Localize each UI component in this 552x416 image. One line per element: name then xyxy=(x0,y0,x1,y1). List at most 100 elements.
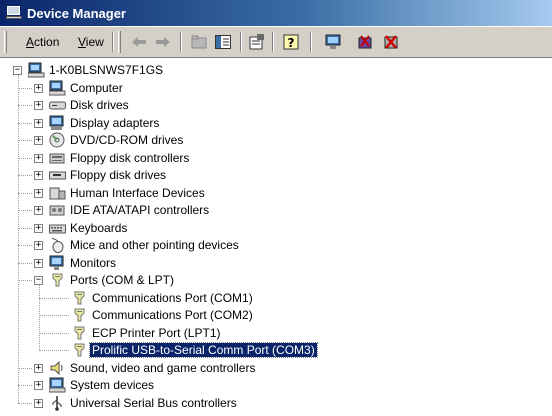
svg-text:?: ? xyxy=(288,36,295,50)
expand-icon[interactable]: + xyxy=(34,83,43,93)
tree-item-label: Human Interface Devices xyxy=(70,185,205,200)
expand-icon[interactable]: + xyxy=(34,171,43,180)
tree-item-label: Sound, video and game controllers xyxy=(70,360,256,375)
tree-category[interactable]: + Computer xyxy=(0,79,552,97)
expand-icon[interactable]: + xyxy=(34,381,43,390)
help-button[interactable]: ? xyxy=(282,33,300,51)
tree-category[interactable]: + Mice and other pointing devices xyxy=(0,236,552,254)
tree-device[interactable]: Communications Port (COM2) xyxy=(0,306,552,324)
tree-item-label: Keyboards xyxy=(70,220,128,235)
tree-category[interactable]: + Display adapters xyxy=(0,114,552,132)
port-icon xyxy=(71,307,88,323)
show-hide-tree-icon xyxy=(215,35,231,49)
port-icon xyxy=(49,272,66,288)
forward-button[interactable] xyxy=(154,33,172,51)
keyboard-icon xyxy=(49,220,66,236)
tree-category[interactable]: − Ports (COM & LPT) xyxy=(0,271,552,289)
tree-root[interactable]: − 1-K0BLSNWS7F1GS xyxy=(0,61,552,79)
tree-category[interactable]: + Human Interface Devices xyxy=(0,184,552,202)
computer-icon xyxy=(27,62,45,78)
expand-icon[interactable]: + xyxy=(34,223,43,233)
tree-item-label: Floppy disk drives xyxy=(70,168,167,182)
uninstall-button[interactable] xyxy=(382,33,400,51)
port-icon xyxy=(71,290,88,306)
back-button[interactable] xyxy=(130,33,148,51)
expand-icon[interactable]: + xyxy=(34,136,43,145)
tree-item-label: Communications Port (COM1) xyxy=(92,290,253,305)
toolbar-separator xyxy=(272,32,274,52)
tree-connector xyxy=(18,75,19,403)
toolbar-grip[interactable] xyxy=(118,31,121,53)
tree-device[interactable]: Communications Port (COM1) xyxy=(0,289,552,307)
tree-category[interactable]: + Floppy disk drives xyxy=(0,166,552,184)
toolbar-separator xyxy=(180,32,182,52)
expand-icon[interactable]: + xyxy=(34,101,43,110)
tree-connector xyxy=(39,297,69,299)
tree-item-label: Ports (COM & LPT) xyxy=(70,273,175,287)
tree-connector xyxy=(18,157,32,159)
tree-connector xyxy=(18,402,32,404)
tree-connector xyxy=(18,192,32,194)
tree-category[interactable]: + Floppy disk controllers xyxy=(0,149,552,167)
display-adapter-icon xyxy=(49,115,66,131)
disk-drive-icon xyxy=(49,97,66,113)
toolbar-separator xyxy=(310,32,312,52)
expand-icon[interactable]: + xyxy=(34,153,43,163)
tree-category[interactable]: + Disk drives xyxy=(0,96,552,114)
expand-icon[interactable]: + xyxy=(34,258,43,268)
action-menu-mnemonic: A xyxy=(26,35,35,49)
collapse-icon[interactable]: − xyxy=(13,66,22,75)
tree-connector xyxy=(39,315,69,316)
properties-icon xyxy=(249,34,264,50)
expand-icon[interactable]: + xyxy=(34,188,43,198)
collapse-icon[interactable]: − xyxy=(34,276,43,285)
expand-icon[interactable]: + xyxy=(34,206,43,215)
expand-icon[interactable]: + xyxy=(34,398,43,408)
title-bar[interactable]: Device Manager xyxy=(0,0,552,26)
tree-item-label: ECP Printer Port (LPT1) xyxy=(92,325,221,340)
tree-item-label: IDE ATA/ATAPI controllers xyxy=(70,203,210,217)
tree-category[interactable]: + Sound, video and game controllers xyxy=(0,359,552,377)
action-menu-rest: ction xyxy=(34,35,60,49)
system-devices-icon xyxy=(48,377,66,393)
update-driver-button[interactable] xyxy=(356,33,374,51)
expand-icon[interactable]: + xyxy=(34,363,43,373)
scan-hardware-icon xyxy=(325,34,341,49)
tree-item-label: Prolific USB-to-Serial Comm Port (COM3) xyxy=(89,342,318,358)
help-icon: ? xyxy=(283,34,299,50)
tree-device[interactable]: ECP Printer Port (LPT1) xyxy=(0,324,552,342)
tree-connector xyxy=(18,87,32,89)
tree-category[interactable]: + DVD/CD-ROM drives xyxy=(0,131,552,149)
device-manager-icon xyxy=(6,6,22,20)
properties-button[interactable] xyxy=(248,33,266,51)
floppy-drive-icon xyxy=(49,167,66,183)
scan-hardware-button[interactable] xyxy=(324,33,342,51)
tree-device[interactable]: Prolific USB-to-Serial Comm Port (COM3) xyxy=(0,341,552,359)
usb-icon xyxy=(49,395,66,411)
up-button[interactable] xyxy=(190,33,208,51)
view-menu[interactable]: View xyxy=(78,35,104,49)
tree-category[interactable]: + Monitors xyxy=(0,254,552,272)
back-arrow-icon xyxy=(132,37,146,47)
tree-item-label: DVD/CD-ROM drives xyxy=(70,133,184,147)
tree-category[interactable]: + System devices xyxy=(0,376,552,394)
expand-icon[interactable]: + xyxy=(34,118,43,128)
tree-category[interactable]: + IDE ATA/ATAPI controllers xyxy=(0,201,552,219)
tree-category[interactable]: + Universal Serial Bus controllers xyxy=(0,394,552,412)
tree-connector xyxy=(39,285,40,350)
tree-item-label: Universal Serial Bus controllers xyxy=(70,395,237,410)
toolbar: Action View ? xyxy=(0,26,552,58)
uninstall-icon xyxy=(384,35,398,49)
tree-category[interactable]: + Keyboards xyxy=(0,219,552,237)
expand-icon[interactable]: + xyxy=(34,241,43,250)
action-menu[interactable]: Action xyxy=(26,35,59,49)
toolbar-grip[interactable] xyxy=(4,31,7,53)
tree-connector xyxy=(18,280,32,281)
show-hide-tree-button[interactable] xyxy=(214,33,232,51)
tree-item-label: Disk drives xyxy=(70,98,129,112)
device-tree[interactable]: − 1-K0BLSNWS7F1GS + Computer + Disk drives + Di… xyxy=(0,58,552,416)
update-driver-icon xyxy=(358,35,372,49)
tree-item-label: Monitors xyxy=(70,255,117,270)
toolbar-separator xyxy=(112,32,114,52)
tree-item-label: Display adapters xyxy=(70,115,160,130)
